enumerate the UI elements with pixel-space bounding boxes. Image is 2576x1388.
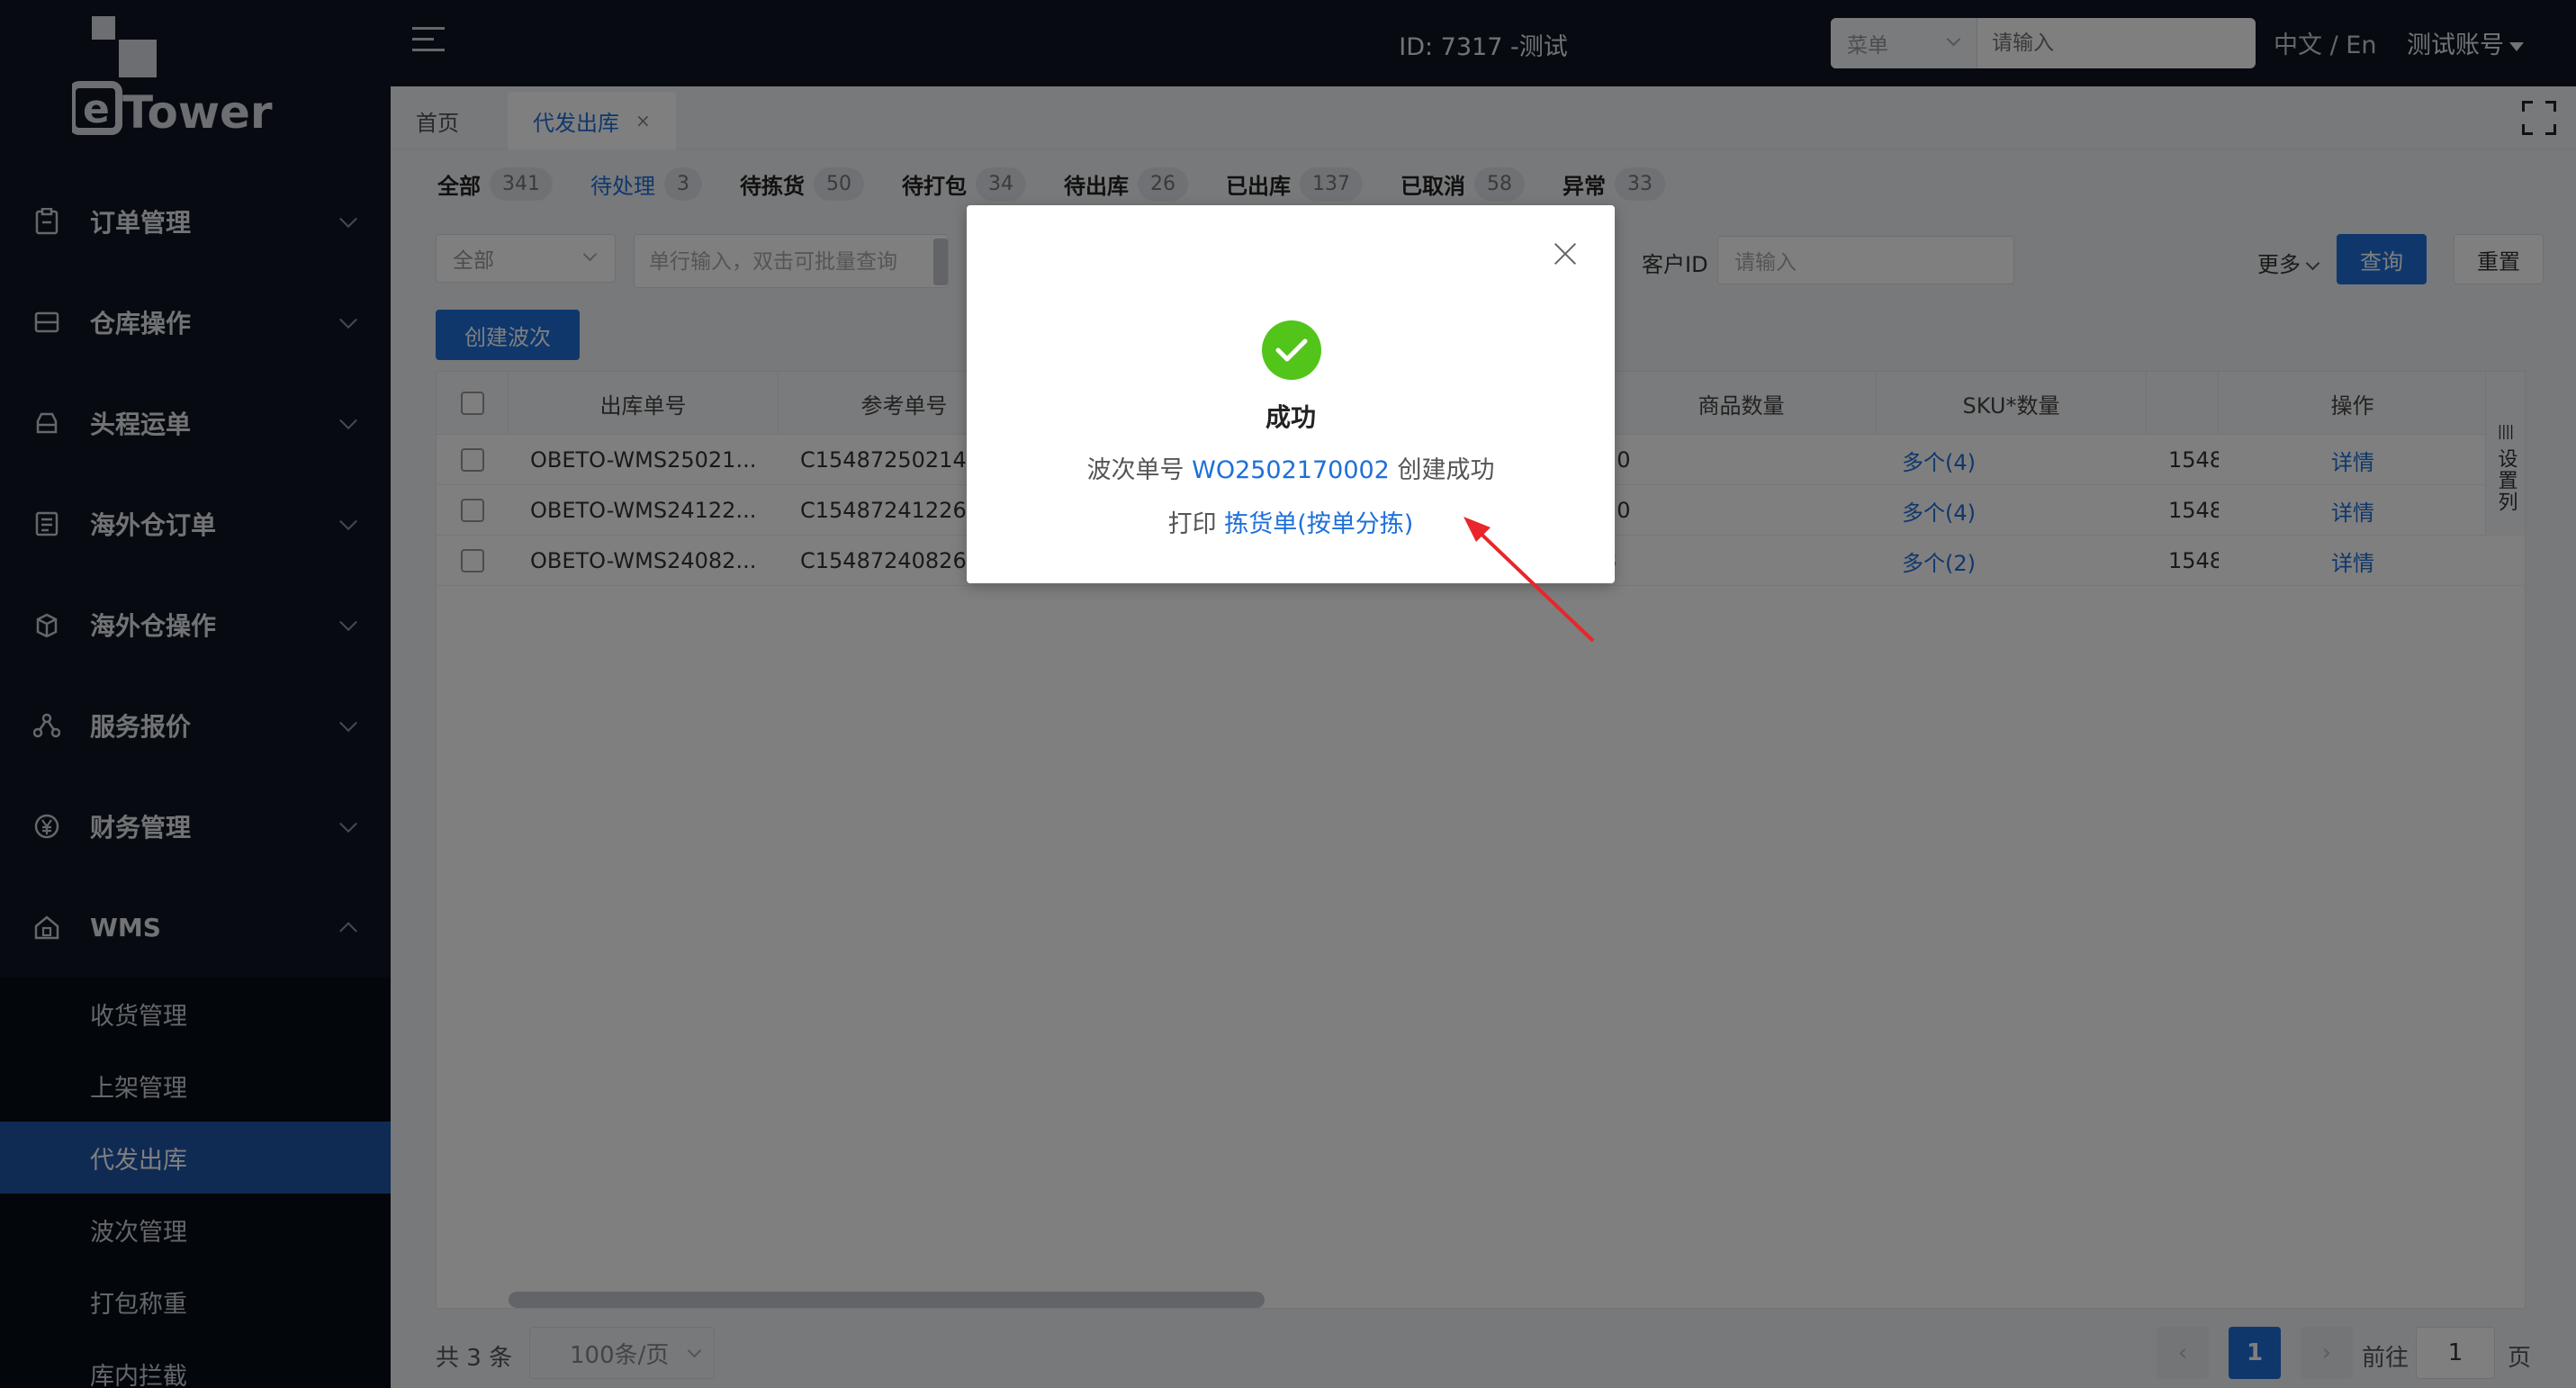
- wave-created-message: 波次单号 WO2502170002 创建成功: [967, 450, 1615, 485]
- success-check-icon: [1262, 320, 1321, 380]
- dialog-title: 成功: [1265, 402, 1316, 432]
- close-icon[interactable]: [1554, 241, 1577, 265]
- wave-number-link[interactable]: WO2502170002: [1192, 456, 1390, 484]
- print-label: 打印: [1167, 510, 1217, 538]
- print-picklist-link[interactable]: 拣货单(按单分拣): [1224, 510, 1413, 538]
- wave-number-label: 波次单号: [1086, 456, 1184, 484]
- annotation-arrow-icon: [1464, 517, 1595, 643]
- created-suffix: 创建成功: [1397, 456, 1495, 484]
